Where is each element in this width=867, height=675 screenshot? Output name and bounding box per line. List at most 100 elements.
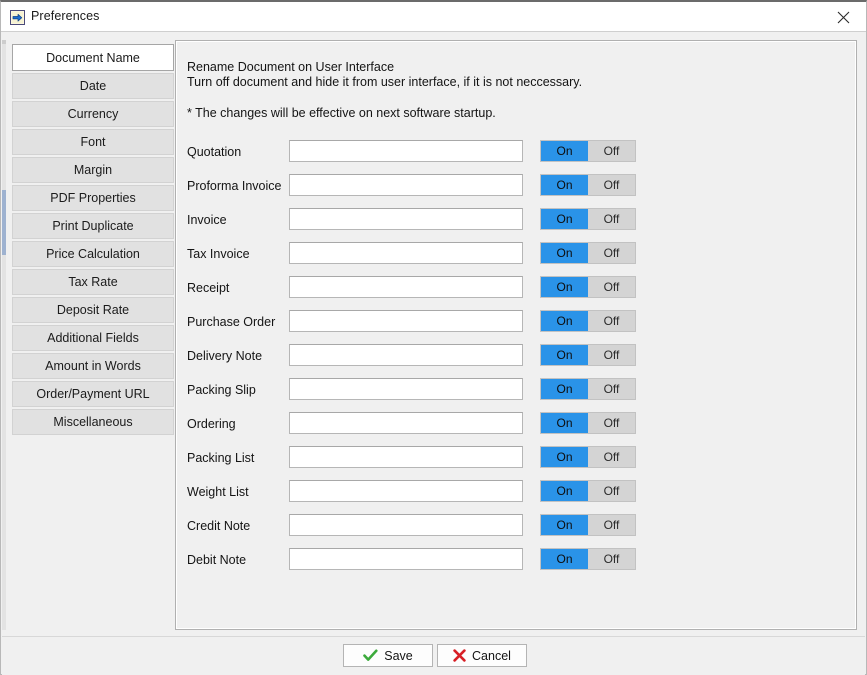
rename-input-proforma-invoice[interactable]: [289, 174, 523, 196]
rename-input-packing-list[interactable]: [289, 446, 523, 468]
sidebar-item-font[interactable]: Font: [12, 129, 174, 155]
preferences-window: Preferences Document Name Date Currency Fon…: [0, 0, 867, 675]
document-row-tax-invoice: Tax Invoice On Off: [176, 239, 858, 273]
rename-input-weight-list[interactable]: [289, 480, 523, 502]
toggle-off-packing-slip[interactable]: Off: [588, 379, 635, 399]
cancel-button[interactable]: Cancel: [437, 644, 527, 667]
toggle-off-delivery-note[interactable]: Off: [588, 345, 635, 365]
document-row-packing-list: Packing List On Off: [176, 443, 858, 477]
toggle-on-ordering[interactable]: On: [541, 413, 588, 433]
document-row-delivery-note: Delivery Note On Off: [176, 341, 858, 375]
toggle-off-weight-list[interactable]: Off: [588, 481, 635, 501]
document-name-panel: Rename Document on User Interface Turn o…: [175, 40, 857, 630]
toggle-on-credit-note[interactable]: On: [541, 515, 588, 535]
toggle-on-packing-slip[interactable]: On: [541, 379, 588, 399]
toggle-packing-list: On Off: [540, 446, 636, 468]
cross-icon: [453, 649, 466, 662]
sidebar-item-price-calculation[interactable]: Price Calculation: [12, 241, 174, 267]
rename-input-invoice[interactable]: [289, 208, 523, 230]
rename-input-packing-slip[interactable]: [289, 378, 523, 400]
sidebar-item-order-payment-url[interactable]: Order/Payment URL: [12, 381, 174, 407]
sidebar-item-miscellaneous[interactable]: Miscellaneous: [12, 409, 174, 435]
toggle-on-purchase-order[interactable]: On: [541, 311, 588, 331]
sidebar-item-currency[interactable]: Currency: [12, 101, 174, 127]
toggle-off-invoice[interactable]: Off: [588, 209, 635, 229]
row-label-credit-note: Credit Note: [187, 519, 251, 533]
toggle-on-receipt[interactable]: On: [541, 277, 588, 297]
sidebar-item-label: Print Duplicate: [52, 219, 134, 233]
toggle-on-packing-list[interactable]: On: [541, 447, 588, 467]
document-row-credit-note: Credit Note On Off: [176, 511, 858, 545]
toggle-off-packing-list[interactable]: Off: [588, 447, 635, 467]
toggle-invoice: On Off: [540, 208, 636, 230]
toggle-off-quotation[interactable]: Off: [588, 141, 635, 161]
sidebar-item-additional-fields[interactable]: Additional Fields: [12, 325, 174, 351]
document-row-debit-note: Debit Note On Off: [176, 545, 858, 579]
panel-heading-primary: Rename Document on User Interface: [187, 60, 395, 74]
sidebar-item-label: Amount in Words: [45, 359, 141, 373]
rename-input-delivery-note[interactable]: [289, 344, 523, 366]
sidebar-item-label: Deposit Rate: [56, 303, 130, 317]
toggle-delivery-note: On Off: [540, 344, 636, 366]
row-label-packing-list: Packing List: [187, 451, 255, 465]
toggle-off-ordering[interactable]: Off: [588, 413, 635, 433]
toggle-off-purchase-order[interactable]: Off: [588, 311, 635, 331]
toggle-on-tax-invoice[interactable]: On: [541, 243, 588, 263]
rename-input-debit-note[interactable]: [289, 548, 523, 570]
document-row-ordering: Ordering On Off: [176, 409, 858, 443]
toggle-on-quotation[interactable]: On: [541, 141, 588, 161]
toggle-on-proforma-invoice[interactable]: On: [541, 175, 588, 195]
toggle-on-debit-note[interactable]: On: [541, 549, 588, 569]
sidebar-item-label: Date: [79, 79, 107, 93]
sidebar-item-date[interactable]: Date: [12, 73, 174, 99]
rename-input-quotation[interactable]: [289, 140, 523, 162]
document-row-purchase-order: Purchase Order On Off: [176, 307, 858, 341]
sidebar-item-deposit-rate[interactable]: Deposit Rate: [12, 297, 174, 323]
rename-input-ordering[interactable]: [289, 412, 523, 434]
rename-input-credit-note[interactable]: [289, 514, 523, 536]
toggle-off-tax-invoice[interactable]: Off: [588, 243, 635, 263]
toggle-tax-invoice: On Off: [540, 242, 636, 264]
rename-input-purchase-order[interactable]: [289, 310, 523, 332]
window-title: Preferences: [31, 9, 100, 23]
save-button-label: Save: [384, 648, 413, 663]
import-document-icon: [10, 10, 25, 25]
toggle-proforma-invoice: On Off: [540, 174, 636, 196]
toggle-on-weight-list[interactable]: On: [541, 481, 588, 501]
row-label-delivery-note: Delivery Note: [187, 349, 263, 363]
toggle-off-receipt[interactable]: Off: [588, 277, 635, 297]
sidebar-item-label: Currency: [67, 107, 119, 121]
sidebar-item-label: Tax Rate: [68, 275, 118, 289]
rename-input-receipt[interactable]: [289, 276, 523, 298]
sidebar-item-document-name[interactable]: Document Name: [12, 44, 174, 71]
toggle-off-debit-note[interactable]: Off: [588, 549, 635, 569]
save-button[interactable]: Save: [343, 644, 433, 667]
sidebar-item-label: Font: [80, 135, 106, 149]
close-icon[interactable]: [820, 2, 866, 32]
left-accent-strip[interactable]: [2, 40, 6, 630]
row-label-debit-note: Debit Note: [187, 553, 247, 567]
sidebar-item-print-duplicate[interactable]: Print Duplicate: [12, 213, 174, 239]
sidebar-item-label: Additional Fields: [47, 331, 139, 345]
sidebar-item-tax-rate[interactable]: Tax Rate: [12, 269, 174, 295]
sidebar-item-margin[interactable]: Margin: [12, 157, 174, 183]
toggle-credit-note: On Off: [540, 514, 636, 536]
document-rows: Quotation On Off Proforma Invoice On Off Invoi…: [176, 137, 858, 579]
toggle-on-invoice[interactable]: On: [541, 209, 588, 229]
toggle-receipt: On Off: [540, 276, 636, 298]
document-row-invoice: Invoice On Off: [176, 205, 858, 239]
row-label-ordering: Ordering: [187, 417, 236, 431]
rename-input-tax-invoice[interactable]: [289, 242, 523, 264]
row-label-quotation: Quotation: [187, 145, 242, 159]
sidebar-item-pdf-properties[interactable]: PDF Properties: [12, 185, 174, 211]
toggle-on-delivery-note[interactable]: On: [541, 345, 588, 365]
sidebar-item-amount-in-words[interactable]: Amount in Words: [12, 353, 174, 379]
cancel-button-label: Cancel: [472, 648, 511, 663]
panel-heading-secondary: Turn off document and hide it from user …: [187, 75, 583, 89]
sidebar-item-label: Document Name: [46, 50, 140, 65]
dialog-footer: Save Cancel: [2, 636, 865, 675]
toggle-off-credit-note[interactable]: Off: [588, 515, 635, 535]
toggle-off-proforma-invoice[interactable]: Off: [588, 175, 635, 195]
row-label-invoice: Invoice: [187, 213, 227, 227]
preferences-tab-list: Document Name Date Currency Font Margin PDF P…: [12, 44, 174, 437]
